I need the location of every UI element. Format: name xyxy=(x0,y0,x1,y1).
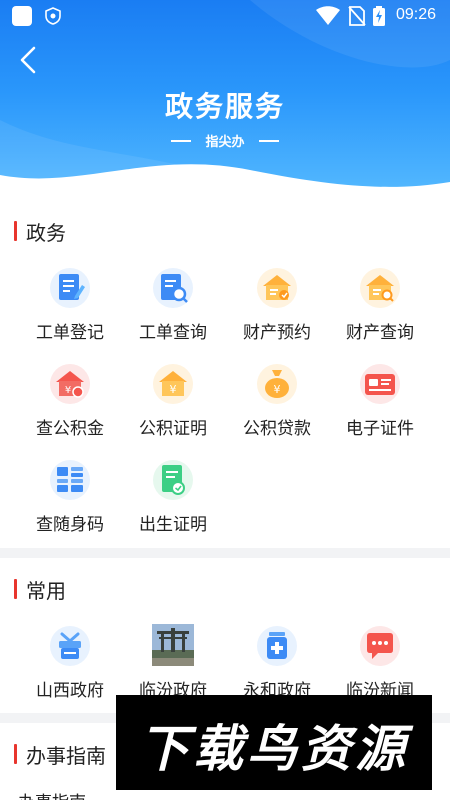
guide-list-item[interactable]: 办事指南 xyxy=(18,788,86,800)
service-work-order-query[interactable]: 工单查询 xyxy=(121,266,225,356)
service-label: 查随身码 xyxy=(36,515,104,535)
service-birth-certificate[interactable]: 出生证明 xyxy=(121,458,225,548)
header-banner: 09:26 政务服务 指尖办 xyxy=(0,0,450,205)
service-electronic-id[interactable]: 电子证件 xyxy=(328,362,432,452)
service-label: 查公积金 xyxy=(36,419,104,439)
section-title-common: 常用 xyxy=(14,577,66,603)
section-title-text: 办事指南 xyxy=(26,743,106,768)
service-fund-loan[interactable]: ¥ 公积贷款 xyxy=(225,362,329,452)
no-sim-icon xyxy=(348,6,366,26)
service-property-appointment[interactable]: 财产预约 xyxy=(225,266,329,356)
shortcut-shanxi-government[interactable]: 山西政府 xyxy=(18,624,122,714)
fund-house-icon: ¥ xyxy=(50,364,90,404)
section-title-guide: 办事指南 xyxy=(14,742,106,768)
section-divider xyxy=(0,548,450,558)
section-title-text: 政务 xyxy=(26,220,66,245)
section-title-text: 常用 xyxy=(26,578,66,603)
service-label: 公积证明 xyxy=(139,419,207,439)
clock-time: 09:26 xyxy=(396,6,437,23)
birth-certificate-icon xyxy=(153,460,193,500)
svg-text:¥: ¥ xyxy=(274,383,281,396)
service-label: 财产预约 xyxy=(243,323,311,343)
battery-charging-icon xyxy=(373,6,385,26)
service-work-order-register[interactable]: 工单登记 xyxy=(18,266,122,356)
page-subtitle: 指尖办 xyxy=(205,135,245,150)
subtitle-line-left xyxy=(171,139,192,142)
watermark-overlay: 下载鸟资源 xyxy=(116,695,432,790)
page-title: 政务服务 xyxy=(164,90,285,123)
qr-code-icon xyxy=(50,460,90,500)
subtitle-row: 指尖办 xyxy=(0,131,450,150)
service-label: 电子证件 xyxy=(346,419,414,439)
back-arrow-icon[interactable] xyxy=(14,42,44,78)
document-search-icon xyxy=(153,268,193,308)
id-card-icon xyxy=(360,364,400,404)
service-label: 公积贷款 xyxy=(243,419,311,439)
wifi-icon xyxy=(316,6,340,25)
service-check-health-code[interactable]: 查随身码 xyxy=(18,458,122,548)
fund-certificate-icon: ¥ xyxy=(153,364,193,404)
service-check-housing-fund[interactable]: ¥ 查公积金 xyxy=(18,362,122,452)
money-bag-icon: ¥ xyxy=(257,364,297,404)
svg-text:¥: ¥ xyxy=(170,383,177,396)
service-label: 出生证明 xyxy=(139,515,207,535)
house-search-icon xyxy=(360,268,400,308)
service-property-query[interactable]: 财产查询 xyxy=(328,266,432,356)
service-label: 工单登记 xyxy=(36,323,104,343)
subtitle-line-right xyxy=(258,139,279,142)
service-label: 财产查询 xyxy=(346,323,414,343)
service-fund-certificate[interactable]: ¥ 公积证明 xyxy=(121,362,225,452)
app-notification-icon xyxy=(12,6,32,26)
section-accent-bar xyxy=(14,579,17,599)
chat-bubble-icon xyxy=(360,626,400,666)
watermark-text: 下载鸟资源 xyxy=(139,720,409,778)
section-accent-bar xyxy=(14,221,17,241)
svg-text:¥: ¥ xyxy=(65,385,71,396)
house-appointment-icon xyxy=(257,268,297,308)
gift-icon xyxy=(50,626,90,666)
status-bar: 09:26 xyxy=(0,0,450,32)
section-accent-bar xyxy=(14,744,17,764)
photo-thumbnail xyxy=(152,624,194,666)
service-label: 工单查询 xyxy=(139,323,207,343)
section-title-government: 政务 xyxy=(14,219,66,245)
shortcut-label: 山西政府 xyxy=(36,681,104,701)
shield-icon xyxy=(45,7,61,25)
form-edit-icon xyxy=(50,268,90,308)
medicine-jar-icon xyxy=(257,626,297,666)
